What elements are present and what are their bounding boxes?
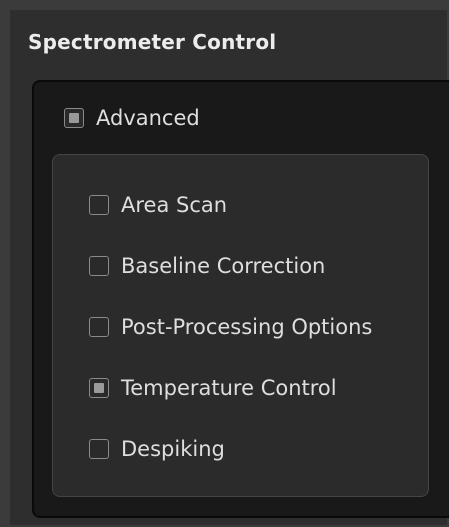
option-baseline-correction[interactable]: Baseline Correction bbox=[89, 254, 325, 278]
option-despiking[interactable]: Despiking bbox=[89, 437, 225, 461]
advanced-checkbox[interactable] bbox=[64, 108, 84, 128]
area-scan-checkbox[interactable] bbox=[89, 195, 109, 215]
checkbox-partial-icon bbox=[94, 383, 104, 393]
baseline-correction-checkbox[interactable] bbox=[89, 256, 109, 276]
post-processing-options-label: Post-Processing Options bbox=[121, 315, 373, 339]
despiking-label: Despiking bbox=[121, 437, 225, 461]
temperature-control-label: Temperature Control bbox=[121, 376, 337, 400]
option-area-scan[interactable]: Area Scan bbox=[89, 193, 227, 217]
area-scan-label: Area Scan bbox=[121, 193, 228, 217]
despiking-checkbox[interactable] bbox=[89, 439, 109, 459]
option-post-processing-options[interactable]: Post-Processing Options bbox=[89, 315, 372, 339]
panel-title: Spectrometer Control bbox=[28, 30, 277, 54]
baseline-correction-label: Baseline Correction bbox=[121, 254, 326, 278]
checkbox-partial-icon bbox=[69, 113, 79, 123]
advanced-checkbox-row[interactable]: Advanced bbox=[64, 106, 200, 130]
advanced-label: Advanced bbox=[96, 106, 200, 130]
temperature-control-checkbox[interactable] bbox=[89, 378, 109, 398]
option-temperature-control[interactable]: Temperature Control bbox=[89, 376, 337, 400]
post-processing-options-checkbox[interactable] bbox=[89, 317, 109, 337]
